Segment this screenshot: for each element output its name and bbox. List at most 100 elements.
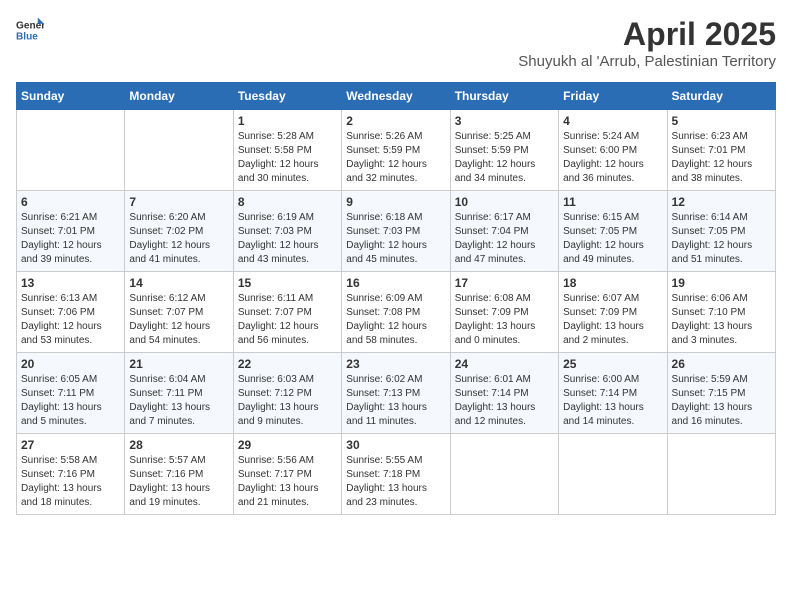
day-info: Sunrise: 6:11 AM Sunset: 7:07 PM Dayligh… bbox=[238, 292, 337, 348]
day-info: Sunrise: 6:21 AM Sunset: 7:01 PM Dayligh… bbox=[21, 211, 120, 267]
day-info: Sunrise: 6:20 AM Sunset: 7:02 PM Dayligh… bbox=[129, 211, 228, 267]
calendar-cell: 20Sunrise: 6:05 AM Sunset: 7:11 PM Dayli… bbox=[17, 353, 125, 434]
calendar-cell: 27 Sunrise: 5:58 AM Sunset: 7:16 PM Dayli… bbox=[17, 434, 125, 515]
day-info: Sunrise: 5:28 AM Sunset: 5:58 PM Dayligh… bbox=[238, 130, 337, 186]
calendar-cell: 6Sunrise: 6:21 AM Sunset: 7:01 PM Daylig… bbox=[17, 191, 125, 272]
day-info: Sunrise: 6:15 AM Sunset: 7:05 PM Dayligh… bbox=[563, 211, 662, 267]
subtitle: Shuyukh al 'Arrub, Palestinian Territory bbox=[518, 53, 776, 70]
svg-text:Blue: Blue bbox=[16, 31, 38, 42]
day-number: 4 bbox=[563, 114, 662, 128]
calendar-cell: 16 Sunrise: 6:09 AM Sunset: 7:08 PM Dayli… bbox=[342, 272, 450, 353]
day-number: 14 bbox=[129, 276, 228, 290]
day-info: Sunrise: 6:09 AM Sunset: 7:08 PM Dayligh… bbox=[346, 292, 445, 348]
day-number: 13 bbox=[21, 276, 120, 290]
calendar-cell: 12 Sunrise: 6:14 AM Sunset: 7:05 PM Dayli… bbox=[667, 191, 775, 272]
day-header-friday: Friday bbox=[559, 83, 667, 110]
calendar-week-5: 27 Sunrise: 5:58 AM Sunset: 7:16 PM Dayli… bbox=[17, 434, 776, 515]
day-number: 7 bbox=[129, 195, 228, 209]
calendar-cell: 10 Sunrise: 6:17 AM Sunset: 7:04 PM Dayli… bbox=[450, 191, 558, 272]
day-info: Sunrise: 5:56 AM Sunset: 7:17 PM Dayligh… bbox=[238, 454, 337, 510]
day-info: Sunrise: 5:58 AM Sunset: 7:16 PM Dayligh… bbox=[21, 454, 120, 510]
day-info: Sunrise: 6:00 AM Sunset: 7:14 PM Dayligh… bbox=[563, 373, 662, 429]
calendar-cell: 18 Sunrise: 6:07 AM Sunset: 7:09 PM Dayli… bbox=[559, 272, 667, 353]
header: General Blue April 2025 Shuyukh al 'Arru… bbox=[16, 16, 776, 70]
day-info: Sunrise: 6:13 AM Sunset: 7:06 PM Dayligh… bbox=[21, 292, 120, 348]
calendar-cell: 15 Sunrise: 6:11 AM Sunset: 7:07 PM Dayli… bbox=[233, 272, 341, 353]
calendar-cell: 24 Sunrise: 6:01 AM Sunset: 7:14 PM Dayli… bbox=[450, 353, 558, 434]
calendar-table: SundayMondayTuesdayWednesdayThursdayFrid… bbox=[16, 82, 776, 515]
day-number: 17 bbox=[455, 276, 554, 290]
calendar-cell: 26 Sunrise: 5:59 AM Sunset: 7:15 PM Dayli… bbox=[667, 353, 775, 434]
calendar-cell bbox=[450, 434, 558, 515]
day-number: 5 bbox=[672, 114, 771, 128]
calendar-cell: 9 Sunrise: 6:18 AM Sunset: 7:03 PM Daylig… bbox=[342, 191, 450, 272]
day-info: Sunrise: 6:17 AM Sunset: 7:04 PM Dayligh… bbox=[455, 211, 554, 267]
logo: General Blue bbox=[16, 16, 44, 44]
day-info: Sunrise: 6:05 AM Sunset: 7:11 PM Dayligh… bbox=[21, 373, 120, 429]
calendar-cell: 7 Sunrise: 6:20 AM Sunset: 7:02 PM Daylig… bbox=[125, 191, 233, 272]
calendar-cell: 14 Sunrise: 6:12 AM Sunset: 7:07 PM Dayli… bbox=[125, 272, 233, 353]
calendar-cell bbox=[667, 434, 775, 515]
day-number: 18 bbox=[563, 276, 662, 290]
calendar-week-3: 13 Sunrise: 6:13 AM Sunset: 7:06 PM Dayli… bbox=[17, 272, 776, 353]
day-info: Sunrise: 6:08 AM Sunset: 7:09 PM Dayligh… bbox=[455, 292, 554, 348]
day-header-sunday: Sunday bbox=[17, 83, 125, 110]
day-info: Sunrise: 6:07 AM Sunset: 7:09 PM Dayligh… bbox=[563, 292, 662, 348]
day-number: 24 bbox=[455, 357, 554, 371]
day-info: Sunrise: 6:04 AM Sunset: 7:11 PM Dayligh… bbox=[129, 373, 228, 429]
calendar-cell: 30 Sunrise: 5:55 AM Sunset: 7:18 PM Dayli… bbox=[342, 434, 450, 515]
day-header-tuesday: Tuesday bbox=[233, 83, 341, 110]
calendar-week-2: 6Sunrise: 6:21 AM Sunset: 7:01 PM Daylig… bbox=[17, 191, 776, 272]
calendar-cell: 28Sunrise: 5:57 AM Sunset: 7:16 PM Dayli… bbox=[125, 434, 233, 515]
day-number: 2 bbox=[346, 114, 445, 128]
calendar-cell: 4 Sunrise: 5:24 AM Sunset: 6:00 PM Daylig… bbox=[559, 110, 667, 191]
calendar-cell: 2 Sunrise: 5:26 AM Sunset: 5:59 PM Daylig… bbox=[342, 110, 450, 191]
calendar-cell: 23 Sunrise: 6:02 AM Sunset: 7:13 PM Dayli… bbox=[342, 353, 450, 434]
day-number: 22 bbox=[238, 357, 337, 371]
day-info: Sunrise: 6:02 AM Sunset: 7:13 PM Dayligh… bbox=[346, 373, 445, 429]
day-info: Sunrise: 6:03 AM Sunset: 7:12 PM Dayligh… bbox=[238, 373, 337, 429]
day-number: 21 bbox=[129, 357, 228, 371]
day-number: 3 bbox=[455, 114, 554, 128]
day-number: 10 bbox=[455, 195, 554, 209]
day-info: Sunrise: 5:26 AM Sunset: 5:59 PM Dayligh… bbox=[346, 130, 445, 186]
day-header-wednesday: Wednesday bbox=[342, 83, 450, 110]
day-number: 12 bbox=[672, 195, 771, 209]
day-info: Sunrise: 6:23 AM Sunset: 7:01 PM Dayligh… bbox=[672, 130, 771, 186]
day-header-monday: Monday bbox=[125, 83, 233, 110]
calendar-cell bbox=[559, 434, 667, 515]
day-info: Sunrise: 5:24 AM Sunset: 6:00 PM Dayligh… bbox=[563, 130, 662, 186]
day-info: Sunrise: 5:55 AM Sunset: 7:18 PM Dayligh… bbox=[346, 454, 445, 510]
calendar-cell: 13 Sunrise: 6:13 AM Sunset: 7:06 PM Dayli… bbox=[17, 272, 125, 353]
day-info: Sunrise: 6:01 AM Sunset: 7:14 PM Dayligh… bbox=[455, 373, 554, 429]
day-info: Sunrise: 6:06 AM Sunset: 7:10 PM Dayligh… bbox=[672, 292, 771, 348]
day-number: 30 bbox=[346, 438, 445, 452]
day-info: Sunrise: 6:14 AM Sunset: 7:05 PM Dayligh… bbox=[672, 211, 771, 267]
day-number: 19 bbox=[672, 276, 771, 290]
calendar-cell: 1Sunrise: 5:28 AM Sunset: 5:58 PM Daylig… bbox=[233, 110, 341, 191]
day-info: Sunrise: 6:19 AM Sunset: 7:03 PM Dayligh… bbox=[238, 211, 337, 267]
logo-icon: General Blue bbox=[16, 16, 44, 44]
day-number: 9 bbox=[346, 195, 445, 209]
calendar-cell: 19 Sunrise: 6:06 AM Sunset: 7:10 PM Dayli… bbox=[667, 272, 775, 353]
day-number: 16 bbox=[346, 276, 445, 290]
day-info: Sunrise: 5:59 AM Sunset: 7:15 PM Dayligh… bbox=[672, 373, 771, 429]
calendar-header-row: SundayMondayTuesdayWednesdayThursdayFrid… bbox=[17, 83, 776, 110]
day-number: 28 bbox=[129, 438, 228, 452]
day-number: 27 bbox=[21, 438, 120, 452]
day-number: 15 bbox=[238, 276, 337, 290]
calendar-cell bbox=[125, 110, 233, 191]
calendar-cell: 25Sunrise: 6:00 AM Sunset: 7:14 PM Dayli… bbox=[559, 353, 667, 434]
calendar-cell: 21 Sunrise: 6:04 AM Sunset: 7:11 PM Dayli… bbox=[125, 353, 233, 434]
day-number: 26 bbox=[672, 357, 771, 371]
calendar-body: 1Sunrise: 5:28 AM Sunset: 5:58 PM Daylig… bbox=[17, 110, 776, 515]
calendar-cell: 3Sunrise: 5:25 AM Sunset: 5:59 PM Daylig… bbox=[450, 110, 558, 191]
day-number: 29 bbox=[238, 438, 337, 452]
day-number: 11 bbox=[563, 195, 662, 209]
day-number: 8 bbox=[238, 195, 337, 209]
calendar-week-1: 1Sunrise: 5:28 AM Sunset: 5:58 PM Daylig… bbox=[17, 110, 776, 191]
day-info: Sunrise: 6:12 AM Sunset: 7:07 PM Dayligh… bbox=[129, 292, 228, 348]
day-number: 23 bbox=[346, 357, 445, 371]
calendar-week-4: 20Sunrise: 6:05 AM Sunset: 7:11 PM Dayli… bbox=[17, 353, 776, 434]
day-info: Sunrise: 6:18 AM Sunset: 7:03 PM Dayligh… bbox=[346, 211, 445, 267]
